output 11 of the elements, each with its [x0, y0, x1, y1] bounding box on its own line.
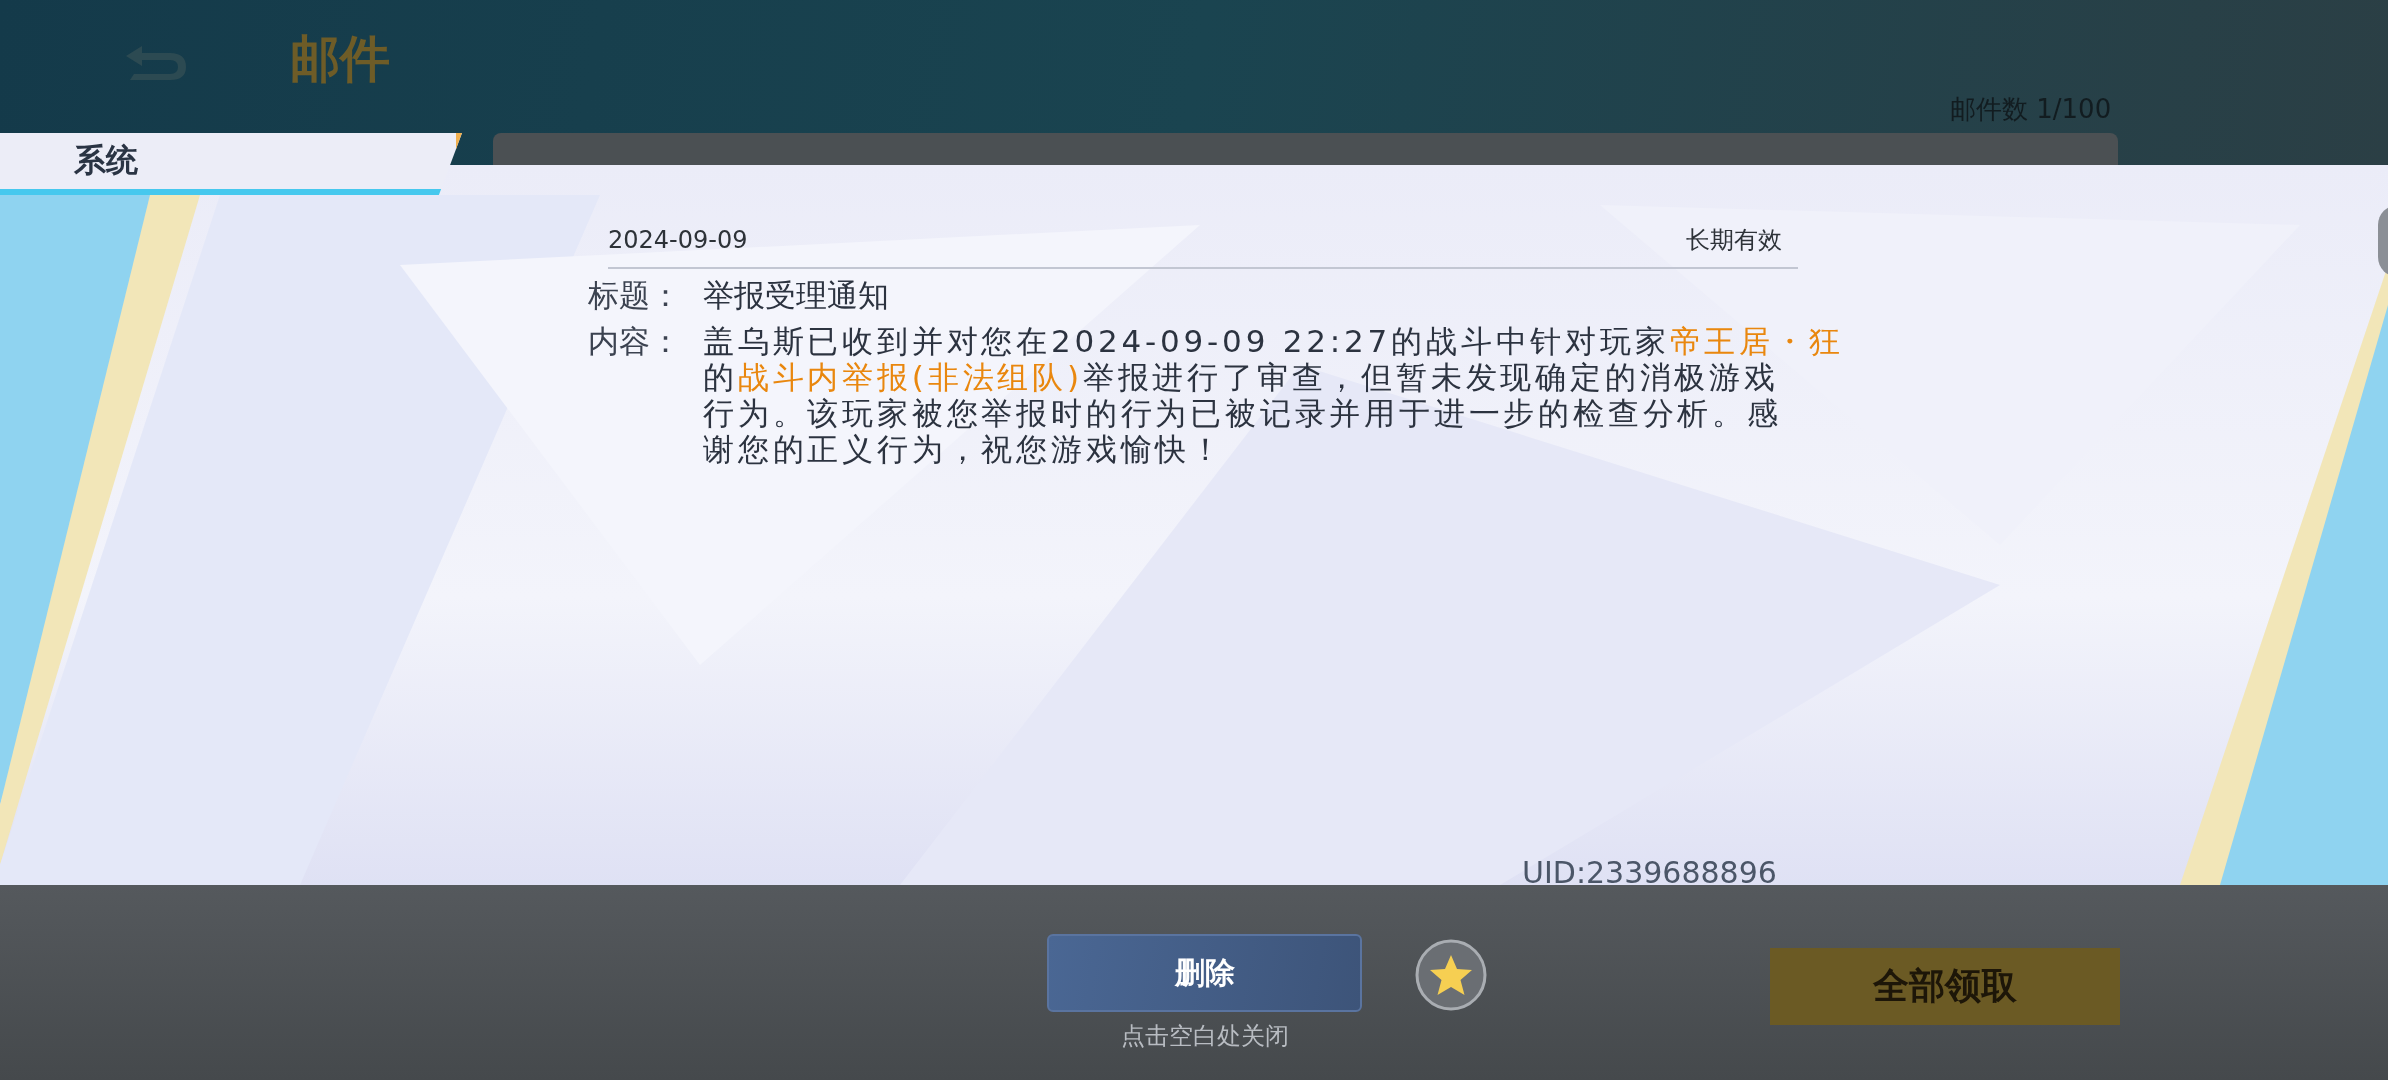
mail-validity: 长期有效: [1686, 225, 1782, 256]
page-title: 邮件: [290, 29, 390, 90]
mail-body: 盖乌斯已收到并对您在2024-09-09 22:27的战斗中针对玩家 帝王居・狂 的 战斗内举报(非法组队)举报进行了审查，但暂未发现确定的消极游戏 行为。该玩家被您举报时的行为已被记录并用于进一步的检查分析。感 谢您的正义行为，祝您游戏愉快！: [703, 323, 1844, 467]
title-label: 标题：: [588, 277, 682, 313]
close-hint: 点击空白处关闭: [1120, 1021, 1289, 1052]
mail-subject: 举报受理通知: [703, 277, 889, 313]
mail-date: 2024-09-09: [608, 225, 748, 256]
delete-button[interactable]: 删除: [1047, 934, 1362, 1012]
uid-text: UID:2339688896: [1522, 855, 1777, 885]
category-tab[interactable]: 系统: [0, 133, 462, 195]
content-label: 内容：: [588, 323, 682, 359]
